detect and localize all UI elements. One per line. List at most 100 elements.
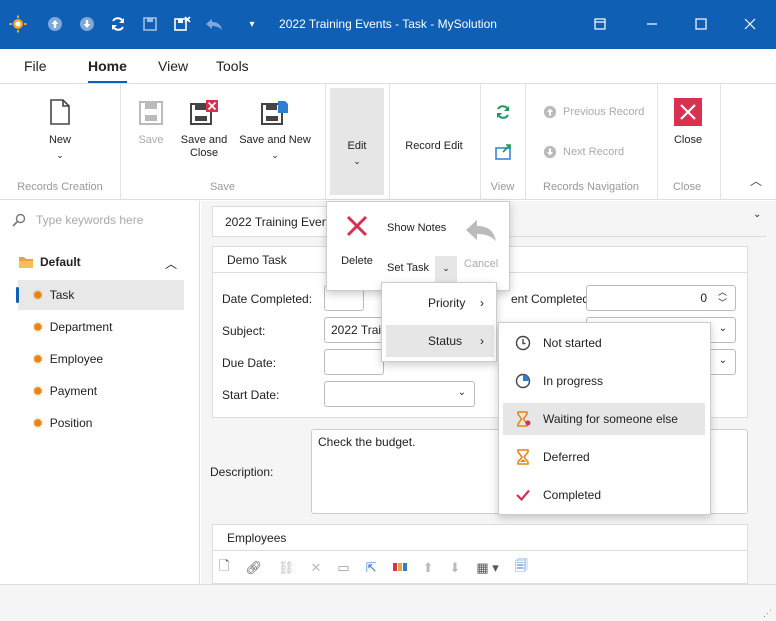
nav-group-label: Default	[40, 255, 81, 269]
preview-icon[interactable]: 🗐	[515, 557, 528, 579]
window-icon[interactable]: ▭	[337, 560, 349, 576]
close-x-icon	[674, 98, 702, 126]
minimize-icon[interactable]	[640, 12, 664, 36]
search-placeholder: Type keywords here	[36, 213, 144, 227]
edit-dropdown: Delete Show Notes Set Task ⌄ Cancel	[326, 201, 510, 291]
delete-icon[interactable]: ✕	[310, 560, 321, 576]
delete-label: Delete	[341, 255, 373, 267]
record-edit-button[interactable]: Record Edit	[402, 140, 466, 153]
record-edit-label: Record Edit	[405, 140, 463, 152]
tab-file[interactable]: File	[24, 58, 47, 74]
start-date-label: Start Date:	[222, 388, 280, 402]
export-icon[interactable]: ⇱	[366, 560, 377, 576]
restore-icon[interactable]	[588, 12, 612, 36]
new-document-icon[interactable]: 🗋	[219, 557, 229, 579]
clock-icon	[515, 335, 531, 351]
edit-button[interactable]: Edit ⌄	[330, 88, 384, 195]
new-button[interactable]: New ⌄	[40, 98, 80, 162]
search-box[interactable]: Type keywords here	[12, 213, 143, 227]
new-document-icon	[50, 99, 70, 125]
employees-toolbar: 🗋 🔗︎ ⛓︎ ✕ ▭ ⇱ ⬆︎ ⬇︎ ▦ ▾ 🗐	[219, 557, 528, 579]
due-date-field[interactable]	[324, 349, 384, 375]
group-label-records-creation: Records Creation	[17, 181, 103, 193]
nav-item-label: Employee	[49, 352, 104, 366]
new-label: New	[48, 134, 71, 146]
nav-group-default[interactable]: Default	[18, 255, 81, 269]
start-date-field[interactable]: ⌄	[324, 381, 475, 407]
save-and-new-label: Save and New	[239, 134, 311, 146]
percent-completed-field[interactable]: 0 ︿ ﹀	[586, 285, 736, 311]
floppy-icon	[139, 101, 163, 125]
status-item-label: Not started	[543, 336, 602, 350]
save-and-close-button[interactable]: Save and Close	[176, 100, 232, 160]
spin-icon[interactable]: ︿ ﹀	[718, 287, 727, 309]
collapse-group-icon[interactable]: ︿	[165, 255, 177, 272]
ribbon: New ⌄ Records Creation Save Save and Clo…	[0, 84, 776, 200]
title-bar: ▾ 2022 Training Events - Task - MySoluti…	[0, 0, 776, 49]
status-item-label: In progress	[543, 374, 604, 388]
group-divider	[720, 84, 721, 200]
next-record-label: Next Record	[563, 146, 625, 158]
status-item-label: Completed	[543, 488, 602, 502]
status-bar: ⋰	[0, 584, 776, 621]
down-circle-icon	[543, 145, 557, 159]
nav-item-position[interactable]: ✹ Position	[18, 408, 184, 438]
link-icon[interactable]: 🔗︎	[245, 560, 262, 576]
tab-tools[interactable]: Tools	[216, 58, 249, 74]
subject-field[interactable]: 2022 Traini	[324, 317, 384, 343]
group-label-save: Save	[209, 181, 236, 193]
cancel-button[interactable]: Cancel	[464, 258, 498, 270]
status-item-completed[interactable]: Completed	[503, 479, 705, 511]
status-item-waiting[interactable]: Waiting for someone else	[503, 403, 705, 435]
set-task-dropdown[interactable]: ⌄	[435, 256, 457, 282]
down-circle-icon[interactable]: ⬇︎	[450, 560, 461, 576]
priority-menu-item[interactable]: Priority ›	[386, 287, 494, 319]
collapse-ribbon-icon[interactable]: ︿	[750, 172, 762, 189]
gear-icon: ✹	[32, 382, 44, 399]
navigation-panel: Type keywords here Default ︿ ✹ Task ✹ De…	[0, 201, 200, 584]
status-label: Status	[428, 334, 463, 348]
status-menu-item[interactable]: Status ›	[386, 325, 494, 357]
chevron-down-icon: ⌄	[457, 387, 466, 398]
save-button[interactable]: Save	[133, 100, 169, 147]
refresh-icon[interactable]	[495, 104, 511, 123]
close-button[interactable]: Close	[670, 98, 706, 147]
description-label: Description:	[210, 465, 274, 479]
maximize-icon[interactable]	[689, 12, 713, 36]
save-and-new-button[interactable]: Save and New ⌄	[238, 100, 312, 162]
status-item-deferred[interactable]: Deferred	[503, 441, 705, 473]
nav-item-payment[interactable]: ✹ Payment	[18, 376, 184, 406]
percent-completed-value: 0	[700, 291, 707, 305]
chevron-down-icon: ⌄	[718, 355, 727, 366]
tab-view[interactable]: View	[158, 58, 188, 74]
group-label-view: View	[490, 181, 515, 193]
nav-item-task[interactable]: ✹ Task	[16, 280, 184, 310]
unlink-icon[interactable]: ⛓︎	[278, 560, 295, 576]
status-menu: Not started In progress Waiting for some…	[498, 322, 711, 515]
status-item-in-progress[interactable]: In progress	[503, 365, 705, 397]
previous-record-button[interactable]: Previous Record	[543, 105, 644, 119]
resize-grip-icon[interactable]: ⋰	[763, 608, 772, 619]
undo-icon[interactable]	[464, 218, 498, 245]
gear-icon: ✹	[32, 286, 44, 303]
delete-button[interactable]: Delete	[337, 214, 377, 267]
document-tab[interactable]: 2022 Training Events	[212, 206, 332, 236]
export-icon[interactable]	[495, 144, 513, 163]
show-notes-button[interactable]: Show Notes	[387, 222, 446, 234]
nav-item-department[interactable]: ✹ Department	[18, 312, 184, 342]
multicolor-grid-icon[interactable]	[392, 561, 407, 576]
tab-home[interactable]: Home	[88, 58, 127, 83]
date-completed-label: Date Completed:	[222, 292, 313, 306]
previous-record-label: Previous Record	[563, 106, 645, 118]
delete-x-icon	[346, 215, 368, 237]
nav-item-label: Department	[49, 320, 113, 334]
next-record-button[interactable]: Next Record	[543, 145, 624, 159]
chevron-down-icon[interactable]: ⌄	[753, 209, 761, 220]
close-icon[interactable]	[738, 12, 762, 36]
layout-icon[interactable]: ▦ ▾	[476, 560, 498, 576]
status-item-not-started[interactable]: Not started	[503, 327, 705, 359]
search-icon	[12, 213, 26, 227]
hourglass-icon	[517, 449, 529, 465]
up-circle-icon[interactable]: ⬆︎	[423, 560, 434, 576]
nav-item-employee[interactable]: ✹ Employee	[18, 344, 184, 374]
